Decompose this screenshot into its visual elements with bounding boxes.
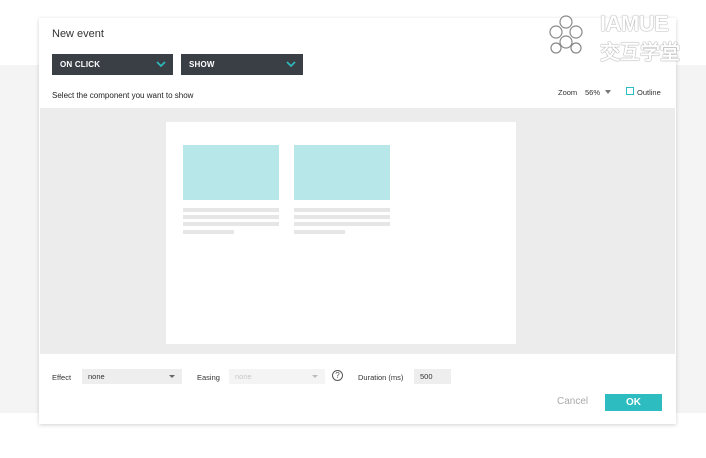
- chevron-down-icon: [286, 61, 296, 68]
- ok-button[interactable]: OK: [605, 394, 662, 411]
- placeholder-line: [294, 222, 390, 226]
- dialog-title: New event: [52, 28, 104, 40]
- placeholder-line: [183, 215, 279, 219]
- placeholder-line: [183, 230, 234, 234]
- component-thumbnail[interactable]: [294, 145, 390, 200]
- action-dropdown[interactable]: SHOW: [181, 54, 303, 75]
- placeholder-line: [294, 230, 345, 234]
- outline-checkbox[interactable]: [626, 87, 634, 95]
- zoom-select[interactable]: 56%: [585, 88, 600, 97]
- duration-input[interactable]: 500: [414, 369, 451, 384]
- trigger-dropdown[interactable]: ON CLICK: [52, 54, 173, 75]
- easing-label: Easing: [197, 373, 220, 382]
- easing-select-value: none: [235, 372, 252, 381]
- action-dropdown-label: SHOW: [189, 60, 215, 69]
- duration-label: Duration (ms): [358, 373, 404, 382]
- watermark-text-cn: 交互学堂: [600, 42, 680, 64]
- chevron-down-icon: [156, 61, 166, 68]
- caret-down-icon[interactable]: [605, 90, 611, 94]
- new-event-dialog: New event ON CLICK SHOW Select the compo…: [39, 18, 676, 424]
- effect-select-value: none: [88, 372, 105, 381]
- page-preview: [166, 122, 516, 344]
- placeholder-line: [294, 208, 390, 212]
- component-canvas: [40, 108, 675, 354]
- easing-select[interactable]: none: [229, 369, 325, 384]
- trigger-dropdown-label: ON CLICK: [60, 60, 101, 69]
- effect-select[interactable]: none: [82, 369, 182, 384]
- placeholder-line: [183, 208, 279, 212]
- help-icon[interactable]: ?: [332, 370, 343, 381]
- zoom-label: Zoom: [558, 88, 578, 97]
- effect-label: Effect: [52, 373, 72, 382]
- placeholder-line: [183, 222, 279, 226]
- caret-down-icon: [312, 375, 318, 378]
- component-thumbnail[interactable]: [183, 145, 279, 200]
- cancel-button[interactable]: Cancel: [557, 396, 588, 407]
- caret-down-icon: [169, 375, 175, 378]
- instruction-text: Select the component you want to show: [52, 91, 194, 100]
- outline-label: Outline: [637, 88, 661, 97]
- watermark-text-en: IAMUE: [600, 11, 669, 36]
- placeholder-line: [294, 215, 390, 219]
